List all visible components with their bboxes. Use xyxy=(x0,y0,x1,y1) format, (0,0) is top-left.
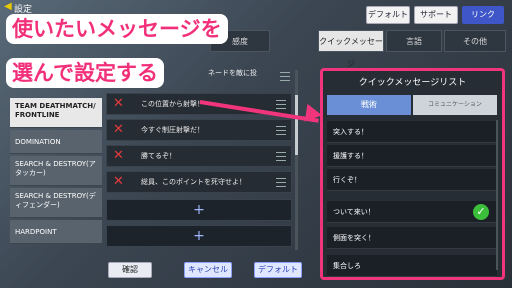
default-reset-button[interactable]: デフォルト xyxy=(254,262,302,278)
quick-list-scrollbar[interactable] xyxy=(496,120,498,270)
drag-handle-icon[interactable] xyxy=(276,152,286,161)
add-message-button[interactable]: + xyxy=(106,199,292,221)
drag-handle-icon[interactable] xyxy=(276,126,286,135)
quick-message-panel: クイックメッセージリスト 戦術 コミュニケーション 突入する！ 援護する！ 行く… xyxy=(320,68,505,280)
mode-item-hardpoint[interactable]: HARDPOINT xyxy=(10,220,102,244)
message-text: 総員、このポイントを死守せよ！ xyxy=(141,178,246,186)
tab-other[interactable]: その他 xyxy=(444,30,506,52)
plus-icon: + xyxy=(193,202,205,218)
mode-label: SEARCH & DESTROY(アタッカー) xyxy=(15,160,96,177)
tab-communication[interactable]: コミュニケーション xyxy=(413,95,497,115)
cancel-button[interactable]: キャンセル xyxy=(184,262,232,278)
plus-icon: + xyxy=(193,228,205,244)
quick-message-label: 援護する！ xyxy=(333,152,368,160)
drag-handle-icon[interactable] xyxy=(276,100,286,109)
mode-label: HARDPOINT xyxy=(15,228,57,236)
annotation-line-1: 使いたいメッセージを xyxy=(6,14,228,44)
quick-message-item[interactable]: 側面を突く！ xyxy=(327,227,497,249)
list-scroll-thumb[interactable] xyxy=(295,95,298,155)
mode-item-snd-attacker[interactable]: SEARCH & DESTROY(アタッカー) xyxy=(10,156,102,186)
mode-label: TEAM DEATHMATCH/ FRONTLINE xyxy=(15,102,96,119)
mode-item-tdm[interactable]: TEAM DEATHMATCH/ FRONTLINE xyxy=(10,98,102,128)
tab-tactics[interactable]: 戦術 xyxy=(327,95,411,115)
mode-label: DOMINATION xyxy=(15,138,61,146)
message-text: この位置から射撃！ xyxy=(141,100,204,108)
message-row[interactable]: ✕ 勝てるぞ！ xyxy=(106,145,292,167)
quick-message-item[interactable]: 援護する！ xyxy=(327,145,497,167)
quick-message-label: ついて来い！ xyxy=(333,208,375,216)
quick-message-list-title: クイックメッセージリスト xyxy=(358,78,467,88)
default-button[interactable]: デフォルト xyxy=(366,6,410,24)
add-message-button[interactable]: + xyxy=(106,225,292,247)
message-text: 今すぐ制圧射撃だ！ xyxy=(141,126,204,134)
check-icon: ✓ xyxy=(473,204,489,220)
quick-message-label: 集合しろ xyxy=(333,262,361,270)
partial-message-text: ネードを敵に投 xyxy=(208,69,257,77)
message-row[interactable]: ✕ 今すぐ制圧射撃だ！ xyxy=(106,119,292,141)
tab-language[interactable]: 言語 xyxy=(386,30,442,52)
mode-item-domination[interactable]: DOMINATION xyxy=(10,130,102,154)
drag-handle-icon[interactable] xyxy=(280,72,290,81)
delete-x-icon[interactable]: ✕ xyxy=(113,175,127,189)
quick-message-label: 行くぞ！ xyxy=(333,176,361,184)
mode-label: SEARCH & DESTROY(ディフェンダー) xyxy=(15,192,96,209)
tab-quick-message[interactable]: クイックメッセージ xyxy=(318,30,384,68)
annotation-line-2: 選んで設定する xyxy=(6,58,164,88)
quick-message-item[interactable]: 突入する！ xyxy=(327,121,497,143)
delete-x-icon[interactable]: ✕ xyxy=(113,123,127,137)
quick-message-label: 側面を突く！ xyxy=(333,234,375,242)
delete-x-icon[interactable]: ✕ xyxy=(113,97,127,111)
mode-item-snd-defender[interactable]: SEARCH & DESTROY(ディフェンダー) xyxy=(10,188,102,218)
support-button[interactable]: サポート xyxy=(414,6,458,24)
message-text: 勝てるぞ！ xyxy=(141,152,176,160)
quick-message-item[interactable]: 集合しろ xyxy=(327,255,497,277)
drag-handle-icon[interactable] xyxy=(276,178,286,187)
confirm-button[interactable]: 確認 xyxy=(108,262,152,278)
delete-x-icon[interactable]: ✕ xyxy=(113,149,127,163)
quick-message-item[interactable]: 行くぞ！ xyxy=(327,169,497,191)
quick-message-item[interactable]: ついて来い！ ✓ xyxy=(327,201,497,223)
message-row[interactable]: ✕ 総員、このポイントを死守せよ！ xyxy=(106,171,292,193)
link-button[interactable]: リンク xyxy=(462,6,504,24)
annotation-arrowhead-icon xyxy=(304,103,324,125)
quick-message-label: 突入する！ xyxy=(333,128,368,136)
